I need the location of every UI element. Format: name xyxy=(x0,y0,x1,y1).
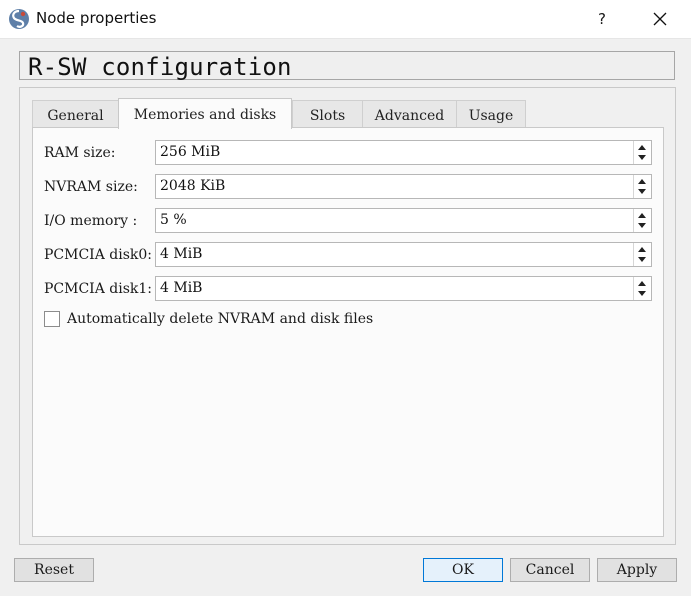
io-memory-stepper[interactable] xyxy=(633,209,651,232)
pcmcia-disk1-value: 4 MiB xyxy=(160,280,203,296)
tab-memories-and-disks[interactable]: Memories and disks xyxy=(118,98,292,129)
tab-advanced[interactable]: Advanced xyxy=(362,100,457,128)
nvram-size-value: 2048 KiB xyxy=(160,178,226,194)
ram-size-stepper[interactable] xyxy=(633,141,651,164)
pcmcia-disk0-value: 4 MiB xyxy=(160,246,203,262)
io-memory-spinbox[interactable]: 5 % xyxy=(155,208,652,233)
ram-size-value: 256 MiB xyxy=(160,144,221,160)
window-title: Node properties xyxy=(36,9,157,27)
nvram-size-stepper[interactable] xyxy=(633,175,651,198)
help-button[interactable]: ? xyxy=(584,2,620,36)
window-titlebar: Node properties ? xyxy=(0,0,691,39)
pcmcia-disk0-label: PCMCIA disk0: xyxy=(44,247,153,263)
pcmcia-disk1-label: PCMCIA disk1: xyxy=(44,281,153,297)
spin-up-arrow-icon[interactable] xyxy=(638,281,646,286)
pcmcia-disk0-stepper[interactable] xyxy=(633,243,651,266)
io-memory-label: I/O memory : xyxy=(44,213,138,229)
spin-down-arrow-icon[interactable] xyxy=(638,257,646,262)
spin-up-arrow-icon[interactable] xyxy=(638,247,646,252)
nvram-size-spinbox[interactable]: 2048 KiB xyxy=(155,174,652,199)
pcmcia-disk1-spinbox[interactable]: 4 MiB xyxy=(155,276,652,301)
config-title: R-SW configuration xyxy=(28,53,292,81)
tab-slots[interactable]: Slots xyxy=(292,100,363,128)
spin-up-arrow-icon[interactable] xyxy=(638,145,646,150)
nvram-size-label: NVRAM size: xyxy=(44,179,138,195)
tab-usage[interactable]: Usage xyxy=(456,100,526,128)
config-title-box: R-SW configuration xyxy=(19,51,675,81)
tab-general[interactable]: General xyxy=(32,100,119,128)
pcmcia-disk0-spinbox[interactable]: 4 MiB xyxy=(155,242,652,267)
ram-size-spinbox[interactable]: 256 MiB xyxy=(155,140,652,165)
close-button[interactable] xyxy=(642,2,678,36)
spin-down-arrow-icon[interactable] xyxy=(638,189,646,194)
spin-down-arrow-icon[interactable] xyxy=(638,291,646,296)
io-memory-value: 5 % xyxy=(160,212,187,228)
gns3-app-icon xyxy=(9,9,29,29)
reset-button[interactable]: Reset xyxy=(14,558,94,582)
apply-button[interactable]: Apply xyxy=(597,558,677,582)
spin-up-arrow-icon[interactable] xyxy=(638,179,646,184)
spin-down-arrow-icon[interactable] xyxy=(638,223,646,228)
spin-up-arrow-icon[interactable] xyxy=(638,213,646,218)
cancel-button[interactable]: Cancel xyxy=(510,558,590,582)
spin-down-arrow-icon[interactable] xyxy=(638,155,646,160)
auto-delete-label[interactable]: Automatically delete NVRAM and disk file… xyxy=(67,311,373,327)
pcmcia-disk1-stepper[interactable] xyxy=(633,277,651,300)
ok-button[interactable]: OK xyxy=(423,558,503,582)
ram-size-label: RAM size: xyxy=(44,145,116,161)
auto-delete-checkbox[interactable] xyxy=(44,311,60,327)
close-icon xyxy=(653,12,667,26)
